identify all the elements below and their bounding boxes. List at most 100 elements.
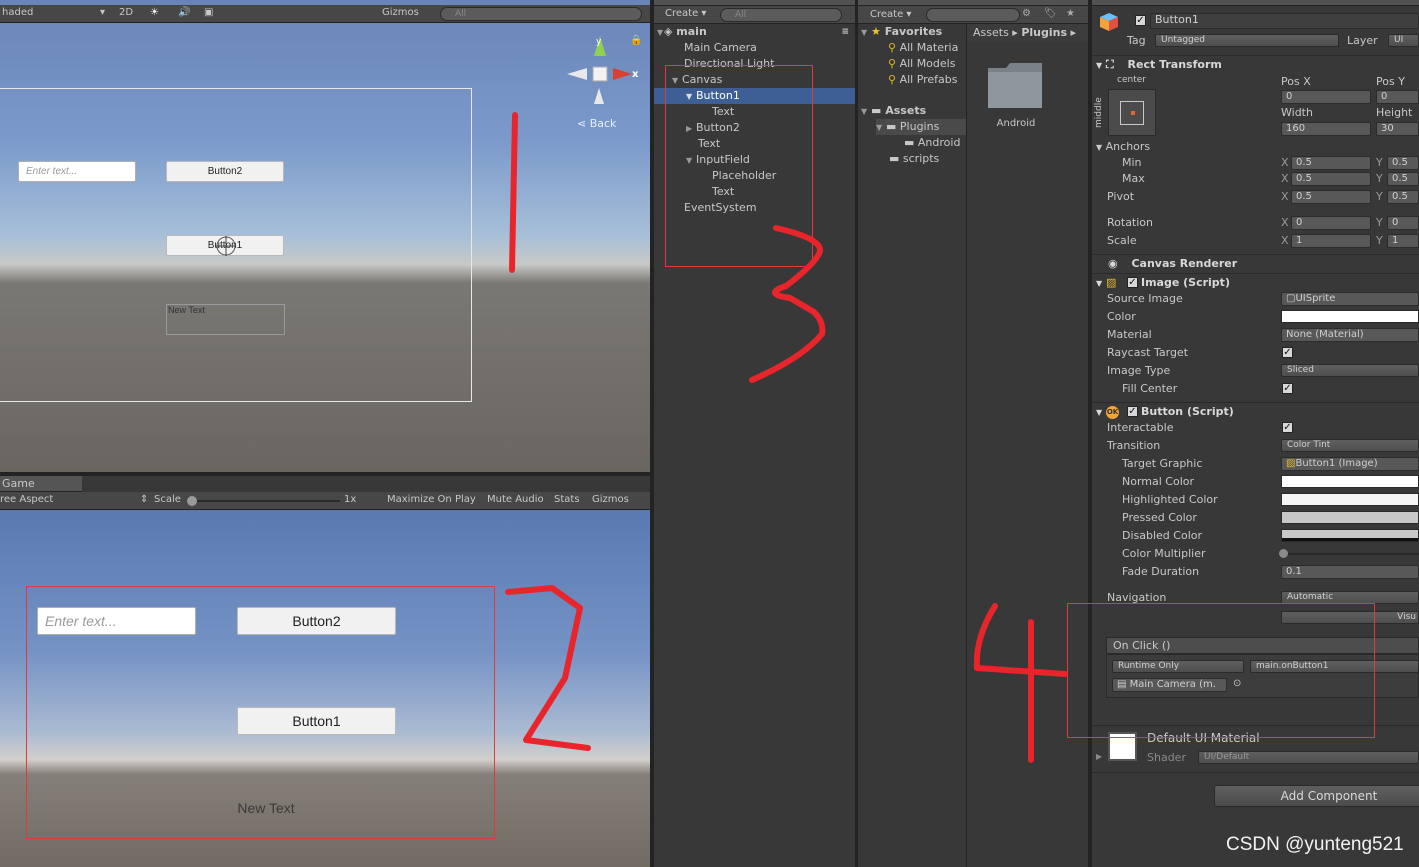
pivot-x-field[interactable]: 0.5 <box>1291 190 1371 204</box>
folder-android[interactable]: ▬ Android <box>904 135 960 151</box>
favorites-header[interactable]: ▼ ★ Favorites <box>861 24 942 40</box>
favorite-item[interactable]: ⚲ All Materia <box>888 40 958 56</box>
lock-icon[interactable]: 🔒 <box>630 35 642 46</box>
maximize-on-play-toggle[interactable]: Maximize On Play <box>387 494 476 505</box>
rotation-x-field[interactable]: 0 <box>1291 216 1371 230</box>
interactable-checkbox[interactable]: ✓ <box>1282 422 1293 433</box>
hierarchy-item[interactable]: Main Camera <box>654 40 855 56</box>
source-image-field[interactable]: ▢UISprite <box>1281 292 1419 306</box>
target-graphic-field[interactable]: ▨Button1 (Image) <box>1281 457 1419 471</box>
scene-button2[interactable]: Button2 <box>166 161 284 182</box>
anchor-presets-button[interactable] <box>1108 89 1156 136</box>
pos-x-label: Pos X <box>1281 75 1311 88</box>
rotation-y-field[interactable]: 0 <box>1387 216 1419 230</box>
triangle-right-icon[interactable]: ▶ <box>1096 752 1102 761</box>
mute-audio-toggle[interactable]: Mute Audio <box>487 494 544 505</box>
triangle-down-icon[interactable]: ▼ <box>654 25 664 41</box>
game-view[interactable]: Game ree Aspect ⇕ Scale 1x Maximize On P… <box>0 476 650 867</box>
normal-color-swatch[interactable] <box>1281 475 1419 488</box>
color-multiplier-slider[interactable] <box>1283 553 1419 555</box>
star-icon[interactable]: ★ <box>1066 8 1075 19</box>
object-name-field[interactable]: Button1 <box>1150 13 1419 29</box>
scene-new-text[interactable]: New Text <box>166 304 285 335</box>
stats-toggle[interactable]: Stats <box>554 494 580 505</box>
color-swatch[interactable] <box>1281 310 1419 323</box>
image-type-dropdown[interactable]: Sliced <box>1281 364 1419 377</box>
folder-icon[interactable] <box>986 58 1046 112</box>
scene-input-field[interactable]: Enter text... <box>18 161 136 182</box>
scene-search-input[interactable]: All <box>440 7 642 21</box>
triangle-down-icon[interactable]: ▼ <box>861 104 871 120</box>
game-tab[interactable]: Game <box>0 476 82 492</box>
game-viewport[interactable]: Enter text... Button2 Button1 New Text <box>0 510 650 867</box>
move-tool-icon[interactable] <box>213 233 239 259</box>
audio-icon[interactable]: 🔊 <box>178 7 190 18</box>
aspect-dropdown[interactable]: ree Aspect <box>0 494 53 505</box>
width-field[interactable]: 160 <box>1281 122 1371 136</box>
back-label[interactable]: ⋖ Back <box>577 117 616 130</box>
tag-icon[interactable]: 🏷 <box>1044 8 1057 19</box>
effects-icon[interactable]: ▣ <box>204 7 213 18</box>
fade-duration-field[interactable]: 0.1 <box>1281 565 1419 579</box>
transition-dropdown[interactable]: Color Tint <box>1281 439 1419 452</box>
mode-2d-button[interactable]: 2D <box>119 7 133 18</box>
filter-type-icon[interactable]: ⚙ <box>1022 8 1031 19</box>
image-icon: ▨ <box>1106 276 1117 289</box>
scale-y-field[interactable]: 1 <box>1387 234 1419 248</box>
breadcrumb-plugins[interactable]: Plugins <box>1021 26 1067 39</box>
anchor-max-y-field[interactable]: 0.5 <box>1387 172 1419 186</box>
image-enabled-checkbox[interactable]: ✓ <box>1127 277 1138 288</box>
anchors-foldout[interactable]: ▼ Anchors <box>1096 140 1150 153</box>
project-search-input[interactable] <box>926 8 1020 22</box>
lighting-icon[interactable]: ☀ <box>150 7 159 18</box>
material-field[interactable]: None (Material) <box>1281 328 1419 342</box>
chevron-down-icon: ⇕ <box>140 494 149 505</box>
folder-scripts[interactable]: ▬ scripts <box>889 151 939 167</box>
asset-folder-label[interactable]: Android <box>986 118 1046 129</box>
project-create-button[interactable]: Create ▾ <box>870 9 911 20</box>
source-image-label: Source Image <box>1107 292 1183 305</box>
folder-plugins[interactable]: ▼ ▬ Plugins <box>876 119 966 135</box>
hierarchy-create-button[interactable]: Create ▾ <box>665 8 706 19</box>
hierarchy-scene-row[interactable]: ▼◈ main ≡ <box>654 24 855 40</box>
anchor-min-y-field[interactable]: 0.5 <box>1387 156 1419 170</box>
raycast-target-checkbox[interactable]: ✓ <box>1282 347 1293 358</box>
shader-dropdown[interactable]: UI/Default <box>1198 751 1419 764</box>
triangle-down-icon[interactable]: ▼ <box>861 25 871 41</box>
inspector-tab[interactable] <box>1092 0 1419 6</box>
tag-dropdown[interactable]: Untagged <box>1155 34 1339 47</box>
button-enabled-checkbox[interactable]: ✓ <box>1127 406 1138 417</box>
scale-slider-handle[interactable] <box>187 496 197 506</box>
pos-x-field[interactable]: 0 <box>1281 90 1371 104</box>
add-component-button[interactable]: Add Component <box>1214 785 1419 807</box>
height-field[interactable]: 30 <box>1376 122 1419 136</box>
highlighted-color-swatch[interactable] <box>1281 493 1419 506</box>
assets-header[interactable]: ▼ ▬ Assets <box>861 103 926 119</box>
layer-dropdown[interactable]: UI <box>1388 34 1419 47</box>
pivot-y-field[interactable]: 0.5 <box>1387 190 1419 204</box>
gizmos-dropdown[interactable]: Gizmos <box>382 7 419 18</box>
anchor-max-x-field[interactable]: 0.5 <box>1291 172 1371 186</box>
menu-icon[interactable]: ≡ <box>841 24 849 40</box>
scale-slider[interactable] <box>190 500 340 502</box>
favorite-item[interactable]: ⚲ All Models <box>888 56 955 72</box>
active-checkbox[interactable]: ✓ <box>1135 15 1146 26</box>
pressed-color-swatch[interactable] <box>1281 511 1419 524</box>
disabled-color-swatch[interactable] <box>1281 529 1419 542</box>
game-toolbar: ree Aspect ⇕ Scale 1x Maximize On Play M… <box>0 492 650 510</box>
shading-dropdown[interactable]: haded <box>2 7 33 18</box>
triangle-down-icon[interactable]: ▼ <box>876 120 886 136</box>
canvas-renderer-header[interactable]: ◉ Canvas Renderer <box>1092 254 1419 272</box>
scene-view[interactable]: haded ▾ 2D ☀ 🔊 ▣ Gizmos All x y 🔒 ⋖ Back… <box>0 0 650 472</box>
anchor-min-x-field[interactable]: 0.5 <box>1291 156 1371 170</box>
hierarchy-search-input[interactable]: All <box>720 8 842 22</box>
rect-transform-header[interactable]: ▼ ⛶ Rect Transform <box>1092 55 1419 73</box>
x-label: X <box>1281 156 1289 169</box>
breadcrumb-assets[interactable]: Assets <box>973 26 1009 39</box>
color-multiplier-handle[interactable] <box>1279 549 1288 558</box>
scale-x-field[interactable]: 1 <box>1291 234 1371 248</box>
fill-center-checkbox[interactable]: ✓ <box>1282 383 1293 394</box>
favorite-item[interactable]: ⚲ All Prefabs <box>888 72 958 88</box>
pos-y-field[interactable]: 0 <box>1376 90 1419 104</box>
gizmos-toggle[interactable]: Gizmos <box>592 494 629 505</box>
